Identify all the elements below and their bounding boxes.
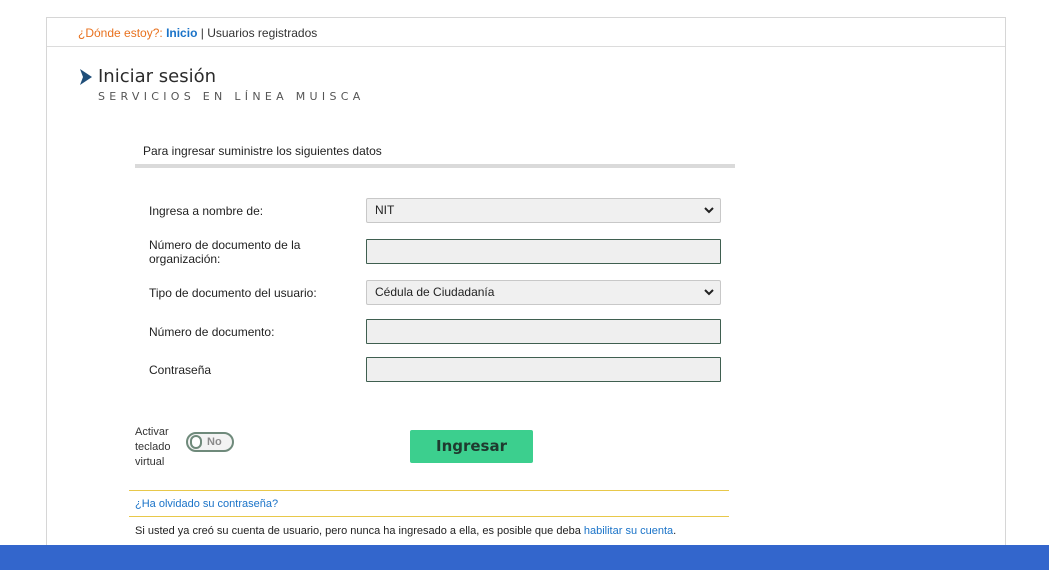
enable-account-note: Si usted ya creó su cuenta de usuario, p… [135, 525, 676, 537]
login-as-select-value: NIT [375, 203, 395, 217]
bottom-bar [0, 545, 1049, 570]
breadcrumb-home-link[interactable]: Inicio [166, 26, 197, 40]
chevron-down-icon [704, 289, 714, 296]
breadcrumb-separator: | [200, 26, 204, 40]
user-doc-type-select-value: Cédula de Ciudadanía [375, 285, 495, 299]
breadcrumb: ¿Dónde estoy?: Inicio | Usuarios registr… [78, 26, 317, 40]
user-doc-type-select[interactable]: Cédula de Ciudadanía [366, 280, 721, 305]
field-label-org-document: Número de documento de la organización: [149, 238, 301, 266]
virtual-keyboard-label: Activar teclado virtual [135, 426, 171, 468]
page-title: Iniciar sesión [98, 66, 217, 87]
document-number-input[interactable] [366, 319, 721, 344]
field-label-user-doc-type: Tipo de documento del usuario: [149, 286, 317, 300]
breadcrumb-current: Usuarios registrados [207, 26, 318, 40]
login-card: ¿Dónde estoy?: Inicio | Usuarios registr… [46, 17, 1006, 545]
virtual-keyboard-toggle[interactable]: No [186, 432, 234, 452]
breadcrumb-where-label: ¿Dónde estoy?: [78, 26, 163, 40]
chevron-down-icon [704, 207, 714, 214]
arrow-right-icon [80, 69, 92, 85]
password-input[interactable] [366, 357, 721, 382]
enable-account-link[interactable]: habilitar su cuenta [584, 525, 673, 537]
field-label-login-as: Ingresa a nombre de: [149, 204, 264, 218]
note-text: Si usted ya creó su cuenta de usuario, p… [135, 525, 584, 537]
toggle-state-text: No [207, 436, 222, 448]
yellow-divider-top [129, 490, 729, 491]
page-subtitle: SERVICIOS EN LÍNEA MUISCA [98, 90, 365, 103]
note-end: . [673, 525, 677, 537]
breadcrumb-divider [47, 46, 1005, 47]
field-label-password: Contraseña [149, 363, 212, 377]
org-document-input[interactable] [366, 239, 721, 264]
yellow-divider-bottom [129, 516, 729, 517]
field-label-document-number: Número de documento: [149, 325, 275, 339]
form-instructions: Para ingresar suministre los siguientes … [143, 144, 382, 158]
form-header-divider [135, 164, 735, 168]
login-as-select[interactable]: NIT [366, 198, 721, 223]
submit-button[interactable]: Ingresar [410, 430, 533, 463]
forgot-password-link[interactable]: ¿Ha olvidado su contraseña? [135, 498, 278, 510]
toggle-knob [190, 435, 202, 449]
